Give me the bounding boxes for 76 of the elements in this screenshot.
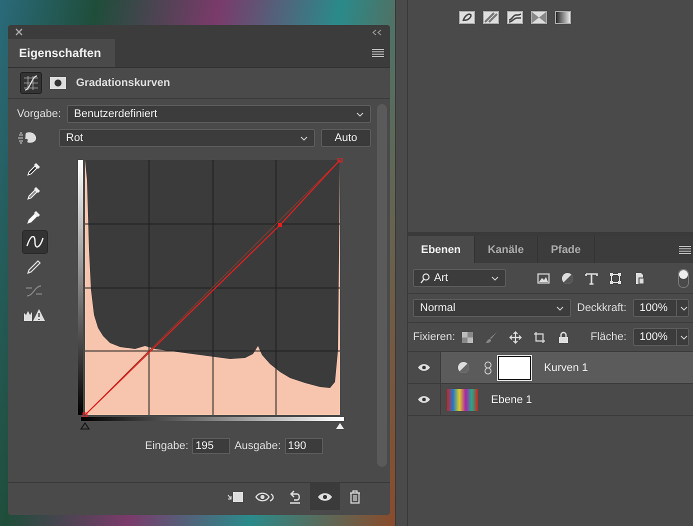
opacity-label: Deckkraft: [577,302,627,314]
channel-dropdown[interactable]: Rot [59,129,315,147]
filter-toggle[interactable] [678,268,689,288]
link-icon[interactable] [484,360,492,374]
input-field[interactable]: 195 [192,438,230,454]
panel-tab[interactable]: Eigenschaften [8,39,116,67]
checkerboard-icon[interactable] [461,330,474,344]
eye-arrow-icon [255,490,275,502]
layer-name: Kurven 1 [544,362,588,374]
eyedropper-icon [26,185,42,201]
mask-icon[interactable] [50,77,66,89]
search-icon [420,272,430,284]
caret-icon [556,306,564,310]
stripes-swatch-icon[interactable] [483,11,499,24]
curve-tool[interactable] [22,230,48,254]
close-icon[interactable] [15,28,23,36]
blend-mode-dropdown[interactable]: Normal [413,299,571,317]
caret-icon [491,276,499,280]
shape-filter-icon[interactable] [609,272,622,284]
adjustment-layer-icon [457,361,470,374]
curves-icon[interactable] [20,72,42,94]
crop-icon[interactable] [533,330,546,344]
panel-tab[interactable]: Ebenen [408,236,475,263]
input-slider-handle[interactable] [80,422,90,430]
preset-label: Vorgabe: [17,108,62,120]
output-label: Ausgabe: [234,440,281,452]
reset-icon [288,490,302,504]
menu-icon[interactable] [372,49,384,57]
caret-icon [680,306,688,310]
output-field[interactable]: 190 [284,438,323,454]
opacity-field[interactable]: 100% [632,299,689,317]
wave-swatch-icon[interactable] [507,11,523,24]
trash-icon [349,490,361,504]
warning-icon [23,308,45,322]
visibility-icon[interactable] [417,395,431,404]
input-slider-handle[interactable] [336,423,344,429]
preset-dropdown[interactable]: Benutzerdefiniert [67,105,371,123]
adjustment-filter-icon[interactable] [561,272,574,284]
input-range-slider[interactable] [80,417,344,430]
caret-icon [680,334,688,340]
curve-point[interactable] [82,412,88,418]
fill-field[interactable]: 100% [632,328,689,346]
pencil-icon [26,259,42,275]
layer-thumbnail[interactable] [447,388,478,410]
eyedropper-icon [26,161,42,177]
hand-adjust-icon[interactable] [17,130,39,146]
text-filter-icon[interactable] [585,272,598,284]
panel-heading: Gradationskurven [76,77,170,89]
swirl-swatch-icon[interactable] [459,11,475,24]
input-label: Eingabe: [145,440,188,452]
collapse-icon[interactable] [372,28,382,36]
visibility-button[interactable] [310,483,340,510]
layer-row[interactable]: Ebene 1 [408,384,693,416]
hourglass-swatch-icon[interactable] [531,11,547,24]
clip-icon [227,490,243,502]
eyedropper-icon [26,209,42,225]
gradient-swatch-icon[interactable] [555,11,571,24]
brush-icon[interactable] [485,330,498,344]
lock-icon[interactable] [557,330,570,344]
fill-label: Fläche: [590,331,627,343]
layer-mask-thumbnail[interactable] [498,356,531,380]
curve-icon [25,236,45,248]
move-icon[interactable] [509,330,522,344]
image-filter-icon[interactable] [537,272,550,284]
caret-icon [356,112,364,116]
filter-dropdown[interactable]: Art [413,269,506,287]
visibility-icon[interactable] [417,363,431,372]
layer-row[interactable]: Kurven 1 [408,352,693,384]
eye-icon [317,492,333,502]
smooth-icon [25,284,43,298]
auto-button[interactable]: Auto [321,129,371,147]
menu-icon[interactable] [678,246,691,254]
lock-label: Fixieren: [413,331,456,343]
layer-name: Ebene 1 [491,394,532,406]
smart-object-filter-icon[interactable] [633,272,646,284]
caret-icon [300,136,308,140]
